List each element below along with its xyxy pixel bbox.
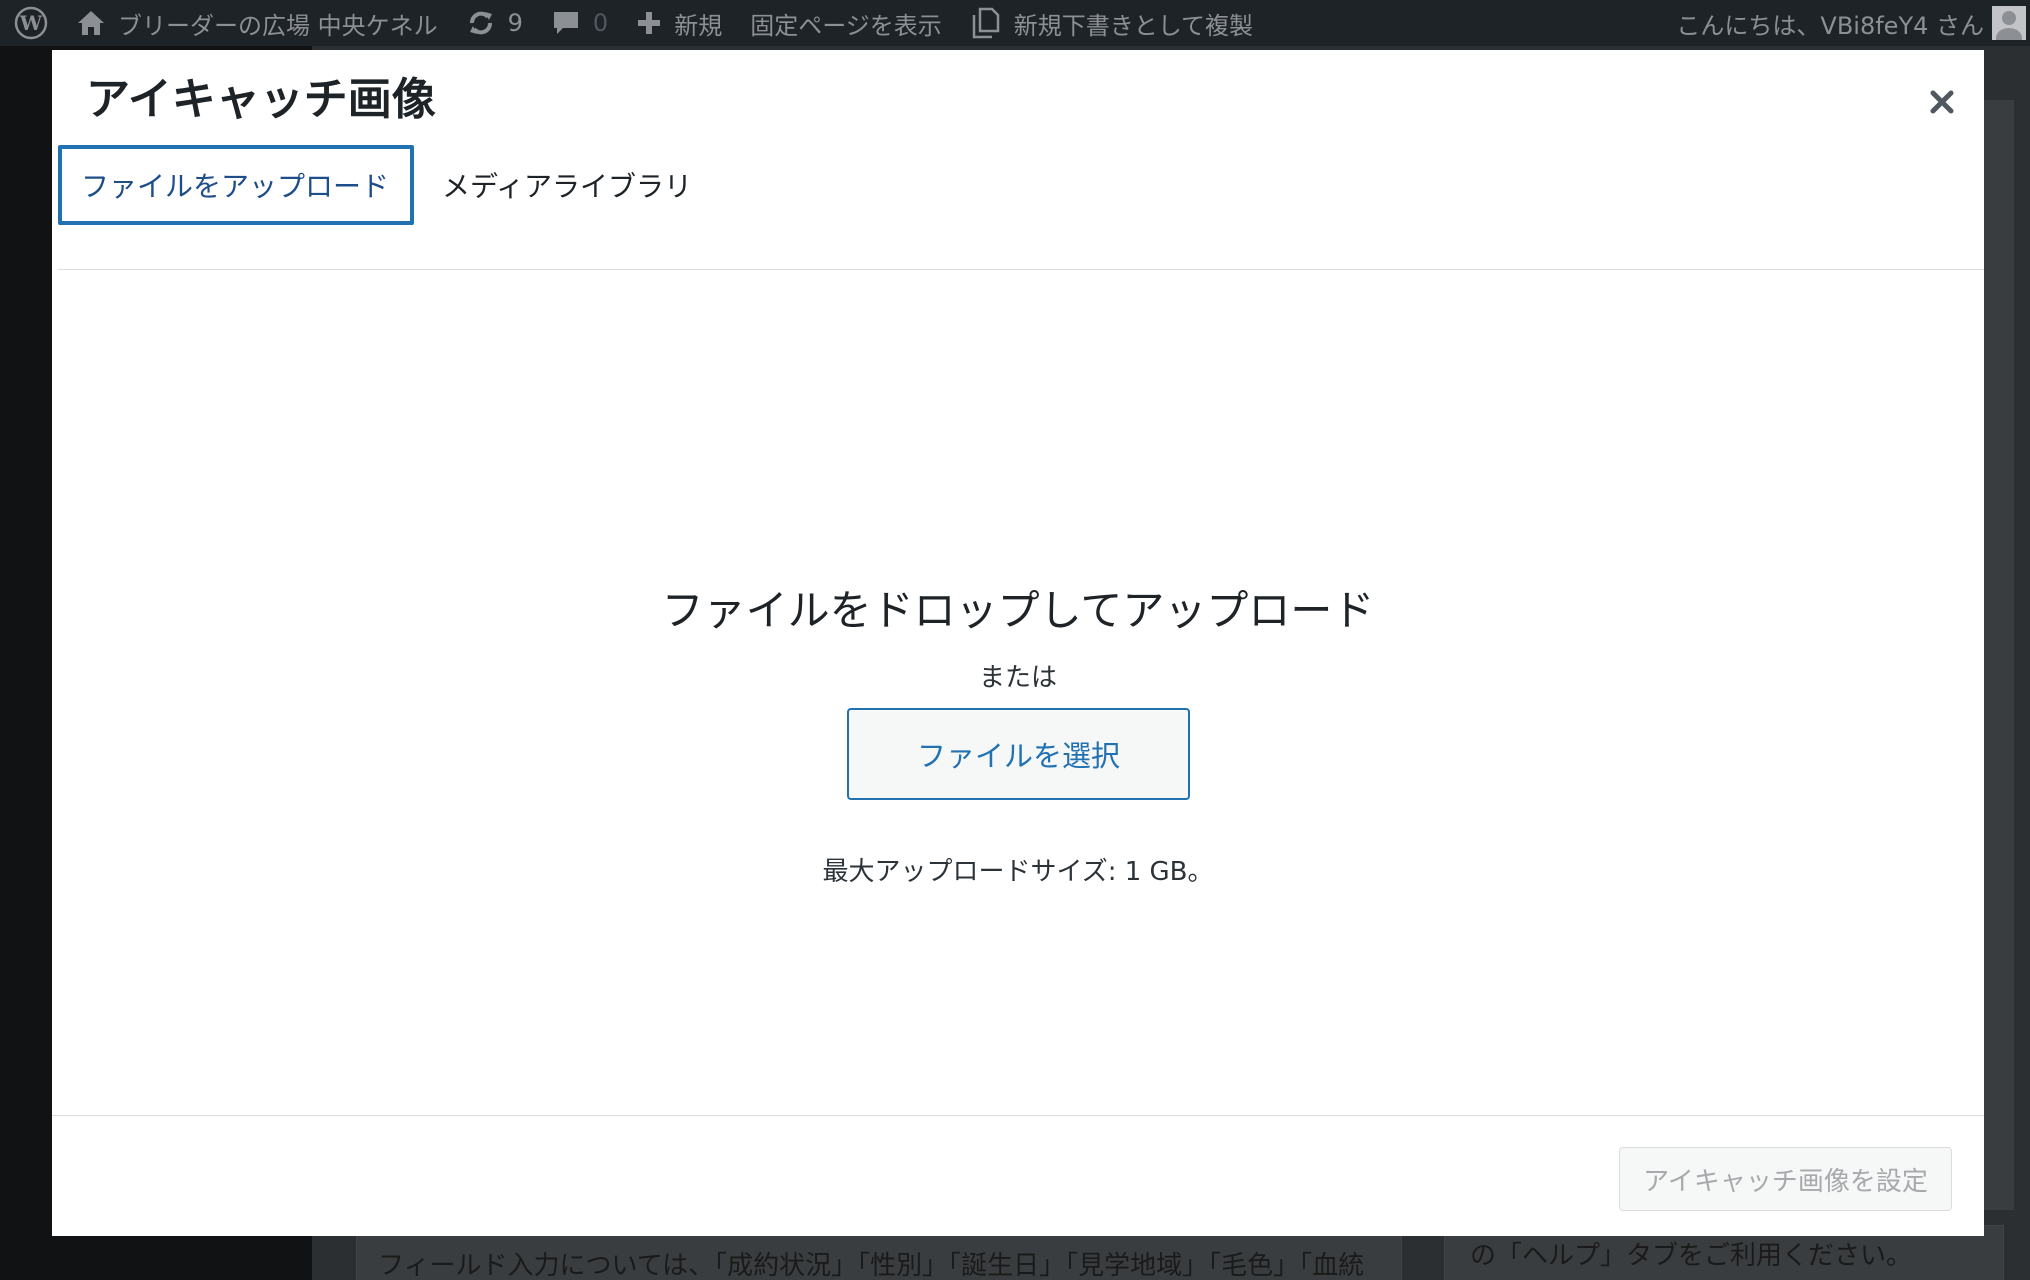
or-label: または [978, 663, 1057, 693]
duplicate-draft-link[interactable]: 新規下書きとして複製 [956, 0, 1267, 46]
comments-link[interactable]: 0 [537, 0, 622, 46]
tab-upload-files[interactable]: ファイルをアップロード [58, 145, 414, 225]
modal-footer: アイキャッチ画像を設定 [52, 1115, 1984, 1236]
avatar [1992, 6, 2026, 40]
view-page-label: 固定ページを表示 [750, 11, 942, 40]
close-button[interactable] [1918, 80, 1966, 128]
my-account[interactable]: こんにちは、VBi8feY4 さん [1676, 0, 2030, 46]
comments-count: 0 [592, 9, 609, 37]
home-icon [76, 9, 106, 37]
updates-count: 9 [507, 9, 523, 37]
updates-link[interactable]: 9 [452, 0, 537, 46]
select-files-button[interactable]: ファイルを選択 [847, 708, 1190, 800]
admin-bar: W ブリーダーの広場 中央ケネル 9 0 新規 固定ページを表示 新規下書きとし… [0, 0, 2030, 46]
modal-title: アイキャッチ画像 [86, 74, 436, 125]
tab-media-library[interactable]: メディアライブラリ [422, 145, 712, 225]
plus-icon [636, 10, 662, 36]
wordpress-icon: W [14, 6, 48, 40]
site-name-link[interactable]: ブリーダーの広場 中央ケネル [62, 0, 452, 46]
upload-drop-zone[interactable]: ファイルをドロップしてアップロード または ファイルを選択 最大アップロードサイ… [52, 271, 1984, 1166]
wordpress-logo-button[interactable]: W [0, 0, 62, 46]
featured-image-modal: アイキャッチ画像 ファイルをアップロード メディアライブラリ ファイルをドロップ… [52, 50, 1984, 1236]
new-label: 新規 [674, 11, 723, 40]
settings-panel-background [1984, 100, 2014, 1210]
background-notice-text: フィールド入力については、「成約状況」「性別」「誕生日」「見学地域」「毛色」「血… [378, 1251, 1365, 1280]
max-upload-size: 最大アップロードサイズ: 1 GB。 [822, 857, 1214, 887]
new-content-link[interactable]: 新規 [622, 0, 736, 46]
drop-instructions: ファイルをドロップしてアップロード [661, 586, 1375, 635]
site-name: ブリーダーの広場 中央ケネル [118, 11, 438, 40]
modal-tabs: ファイルをアップロード メディアライブラリ [58, 145, 1984, 270]
refresh-icon [466, 8, 496, 38]
svg-text:W: W [19, 11, 43, 35]
set-featured-image-button[interactable]: アイキャッチ画像を設定 [1619, 1147, 1952, 1211]
comment-icon [551, 9, 581, 37]
background-help-text: の「ヘルプ」タブをご利用ください。 [1470, 1241, 1913, 1271]
view-page-link[interactable]: 固定ページを表示 [736, 0, 956, 46]
duplicate-label: 新規下書きとして複製 [1013, 11, 1254, 40]
greeting: こんにちは、VBi8feY4 さん [1676, 11, 1984, 40]
close-icon [1929, 89, 1955, 119]
copy-icon [970, 7, 1002, 39]
